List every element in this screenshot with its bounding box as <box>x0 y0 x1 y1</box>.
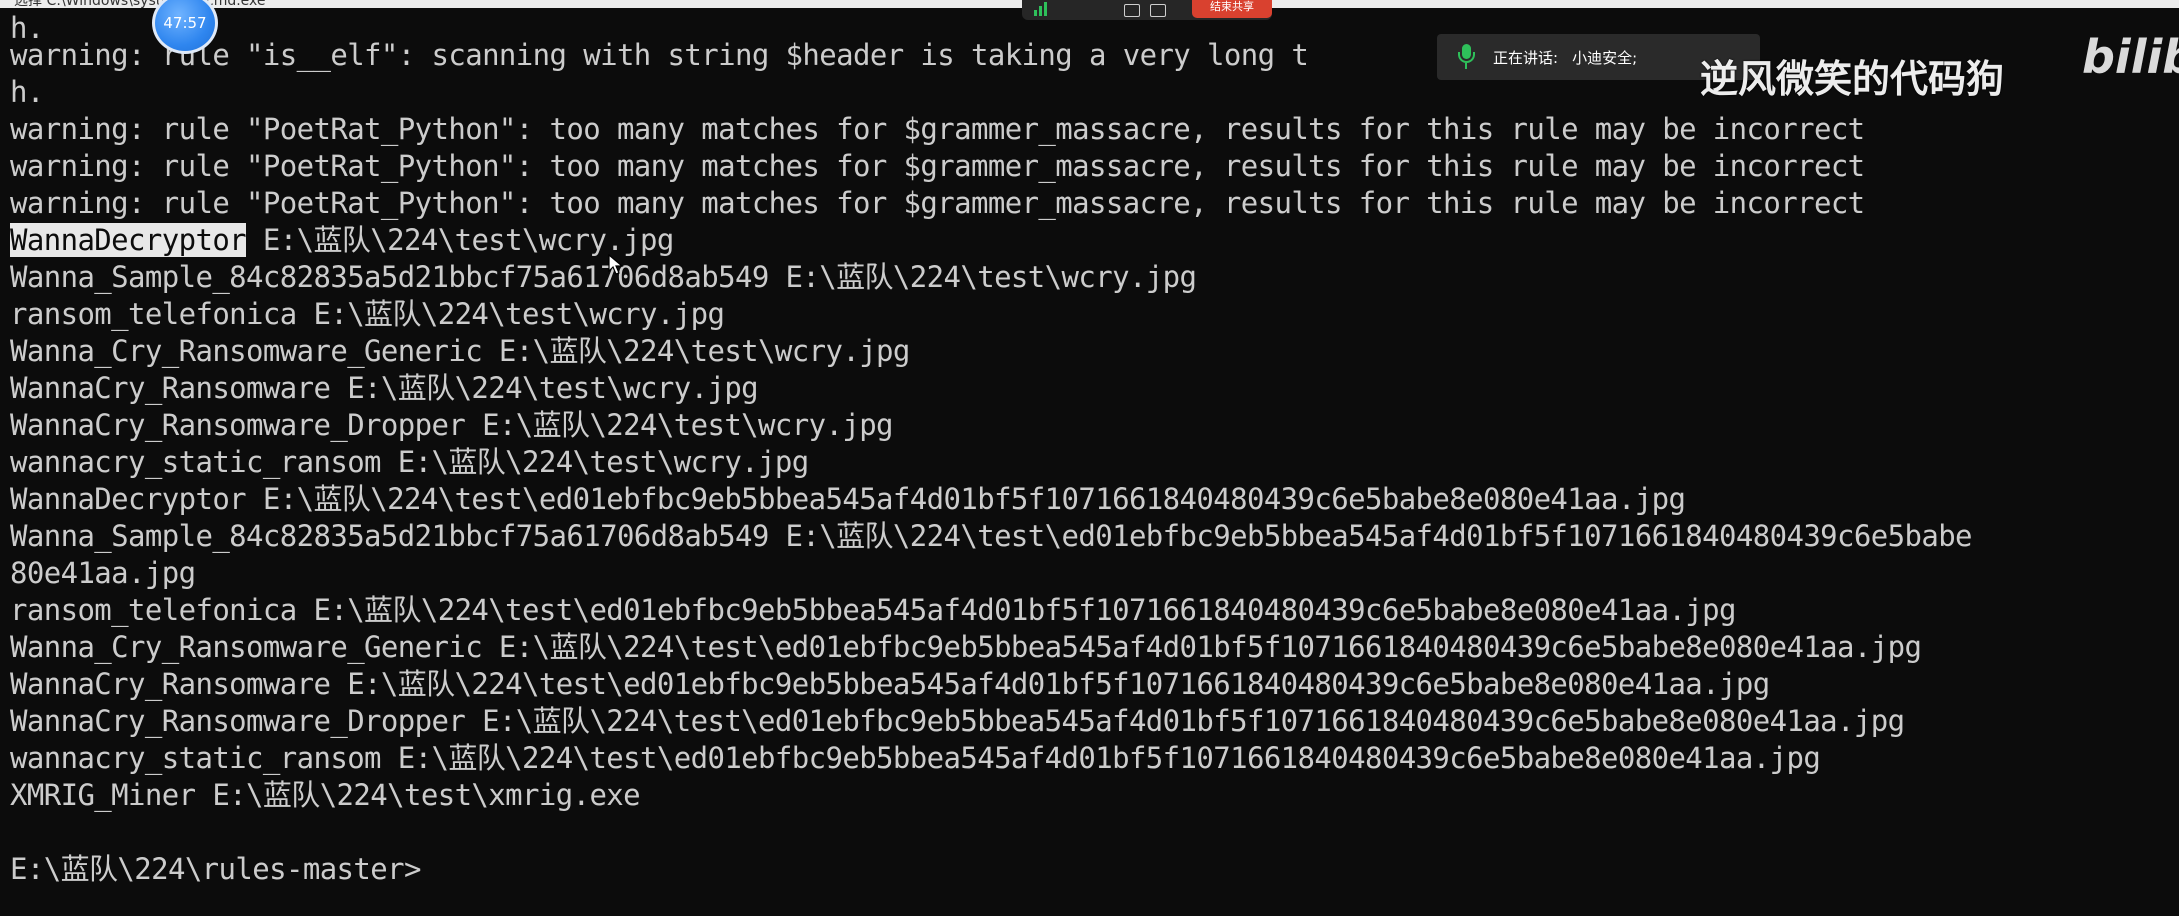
terminal-line: WannaDecryptor E:\蓝队\224\test\ed01ebfbc9… <box>10 482 1686 516</box>
terminal-line: warning: rule "PoetRat_Python": too many… <box>10 112 1865 146</box>
terminal-line: WannaCry_Ransomware_Dropper E:\蓝队\224\te… <box>10 704 1905 738</box>
video-icon[interactable] <box>1150 4 1166 17</box>
speaking-status: 正在讲话: <box>1493 48 1559 67</box>
terminal-line: warning: rule "PoetRat_Python": too many… <box>10 149 1865 183</box>
terminal-line: warning: rule "PoetRat_Python": too many… <box>10 186 1865 220</box>
terminal-line: Wanna_Cry_Ransomware_Generic E:\蓝队\224\t… <box>10 334 910 368</box>
terminal-line: h. <box>10 75 44 109</box>
terminal-line: Wanna_Sample_84c82835a5d21bbcf75a61706d8… <box>10 260 1197 294</box>
terminal-line: wannacry_static_ransom E:\蓝队\224\test\wc… <box>10 445 809 479</box>
terminal-output[interactable]: h. warning: rule "is__elf": scanning wit… <box>0 8 2179 916</box>
terminal-line: 80e41aa.jpg <box>10 556 196 590</box>
channel-watermark: 逆风微笑的代码狗 <box>1700 57 2005 101</box>
screen-share-icon[interactable] <box>1124 4 1140 17</box>
terminal-line-rest: E:\蓝队\224\test\wcry.jpg <box>246 223 674 257</box>
terminal-line: Wanna_Sample_84c82835a5d21bbcf75a61706d8… <box>10 519 1973 553</box>
terminal-line: XMRIG_Miner E:\蓝队\224\test\xmrig.exe <box>10 778 641 812</box>
terminal-line: ransom_telefonica E:\蓝队\224\test\ed01ebf… <box>10 593 1736 627</box>
signal-bars-icon <box>1034 2 1050 16</box>
terminal-line: WannaDecryptor E:\蓝队\224\test\wcry.jpg <box>10 222 674 259</box>
terminal-line: WannaCry_Ransomware_Dropper E:\蓝队\224\te… <box>10 408 894 442</box>
selected-text[interactable]: WannaDecryptor <box>10 223 247 257</box>
bilibili-logo: bilibili <box>2082 30 2179 84</box>
terminal-line: wannacry_static_ransom E:\蓝队\224\test\ed… <box>10 741 1821 775</box>
speaker-name: 小迪安全; <box>1572 48 1638 67</box>
terminal-line: Wanna_Cry_Ransomware_Generic E:\蓝队\224\t… <box>10 630 1922 664</box>
terminal-line: ransom_telefonica E:\蓝队\224\test\wcry.jp… <box>10 297 725 331</box>
end-share-button[interactable]: 结束共享 <box>1192 0 1272 18</box>
command-prompt[interactable]: E:\蓝队\224\rules-master> <box>10 851 421 888</box>
terminal-line: WannaCry_Ransomware E:\蓝队\224\test\wcry.… <box>10 371 759 405</box>
terminal-line: WannaCry_Ransomware E:\蓝队\224\test\ed01e… <box>10 667 1770 701</box>
window-title: 选择 C:\Windows\system32\cmd.exe <box>14 0 266 8</box>
mouse-cursor-icon <box>608 254 624 275</box>
microphone-icon <box>1455 44 1477 70</box>
